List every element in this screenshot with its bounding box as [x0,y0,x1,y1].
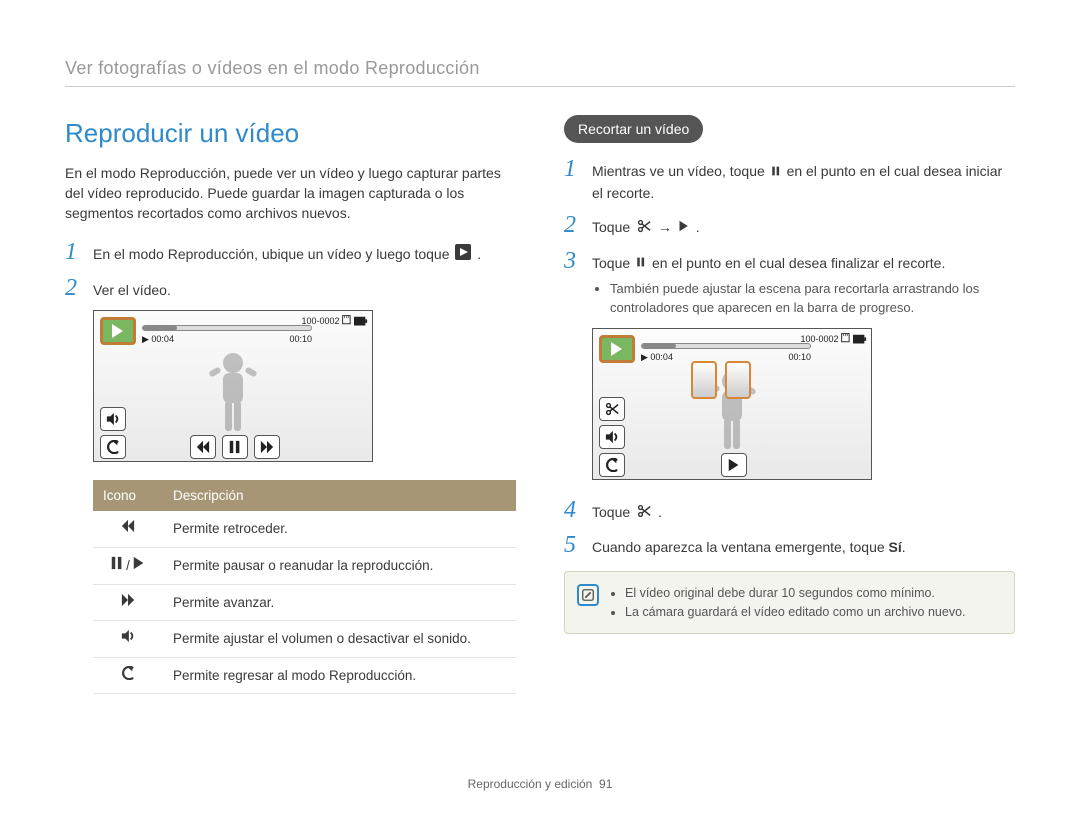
playbox-icon [455,244,471,265]
trim-marker-start[interactable] [691,361,717,399]
file-number: 100-0002 [301,315,352,328]
r-step-3: Toque en el punto en el cual desea final… [592,249,1015,318]
memory-icon [342,315,352,325]
step-2-text: Ver el vídeo. [93,276,171,300]
r-step-1: Mientras ve un vídeo, toque en el punto … [592,157,1015,203]
table-row: Permite regresar al modo Reproducción. [93,657,516,694]
video-thumbnail [599,335,635,363]
page-footer: Reproducción y edición 91 [0,776,1080,793]
row-desc: Permite ajustar el volumen o desactivar … [163,621,516,658]
person-silhouette [201,349,265,437]
r-step-2: Toque → . [592,213,700,238]
right-column: Recortar un vídeo 1 Mientras ve un vídeo… [564,115,1015,694]
note-item: El vídeo original debe durar 10 segundos… [625,584,1000,602]
row-desc: Permite regresar al modo Reproducción. [163,657,516,694]
volume-icon [93,621,163,658]
step-number-4: 4 [564,498,592,522]
r-step-4: Toque . [592,498,662,523]
video-thumbnail [100,317,136,345]
back-button[interactable] [100,435,126,459]
trim-marker-end[interactable] [725,361,751,399]
battery-icon [853,333,867,351]
total-time: 00:10 [788,351,811,364]
table-header-desc: Descripción [163,480,516,512]
lcd-preview-trim: ▶ 00:04 00:10 100-0002 [592,328,872,480]
note-icon [577,584,599,606]
left-column: Reproducir un vídeo En el modo Reproducc… [65,115,516,694]
scissors-icon [636,218,652,238]
volume-button[interactable] [100,407,126,431]
file-number: 100-0002 [800,333,851,346]
elapsed-time: ▶ 00:04 [142,333,174,346]
rewind-button[interactable] [190,435,216,459]
progress-bar [142,325,312,331]
table-header-icon: Icono [93,480,163,512]
icon-description-table: Icono Descripción Permite retroceder. / … [93,480,516,694]
back-button[interactable] [599,453,625,477]
pause-play-icon: / [93,548,163,585]
note-item: La cámara guardará el vídeo editado como… [625,603,1000,621]
scissors-icon [636,503,652,523]
step-number-2: 2 [65,276,93,300]
memory-icon [841,333,851,343]
step-number-2: 2 [564,213,592,237]
step-number-1: 1 [65,240,93,264]
row-desc: Permite avanzar. [163,584,516,621]
breadcrumb: Ver fotografías o vídeos en el modo Repr… [65,55,1015,87]
step-1-text: En el modo Reproducción, ubique un vídeo… [93,240,481,266]
progress-bar [641,343,811,349]
play-button[interactable] [721,453,747,477]
battery-icon [354,315,368,333]
pause-button[interactable] [222,435,248,459]
play-icon [678,218,690,238]
lcd-preview-play: ▶ 00:04 00:10 100-0002 [93,310,373,462]
forward-icon [93,584,163,621]
section-badge: Recortar un vídeo [564,115,703,143]
note-box: El vídeo original debe durar 10 segundos… [564,571,1015,633]
step3-bullet: También puede ajustar la escena para rec… [610,280,1015,318]
row-desc: Permite retroceder. [163,511,516,547]
r-step-5: Cuando aparezca la ventana emergente, to… [592,533,906,557]
pause-icon [771,163,781,183]
elapsed-time: ▶ 00:04 [641,351,673,364]
rewind-icon [93,511,163,547]
step-number-5: 5 [564,533,592,557]
table-row: Permite avanzar. [93,584,516,621]
forward-button[interactable] [254,435,280,459]
step-number-3: 3 [564,249,592,273]
row-desc: Permite pausar o reanudar la reproducció… [163,548,516,585]
volume-button[interactable] [599,425,625,449]
section-title: Reproducir un vídeo [65,115,516,153]
intro-paragraph: En el modo Reproducción, puede ver un ví… [65,163,516,224]
table-row: Permite retroceder. [93,511,516,547]
back-icon [93,657,163,694]
pause-icon [636,254,646,274]
table-row: Permite ajustar el volumen o desactivar … [93,621,516,658]
table-row: / Permite pausar o reanudar la reproducc… [93,548,516,585]
scissors-button[interactable] [599,397,625,421]
step-number-1: 1 [564,157,592,181]
total-time: 00:10 [289,333,312,346]
